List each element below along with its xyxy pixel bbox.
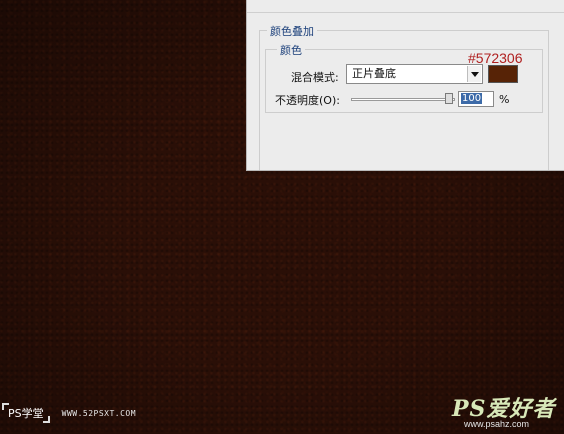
opacity-unit: % <box>499 93 510 106</box>
opacity-slider-thumb[interactable] <box>445 93 453 104</box>
opacity-value: 100 <box>461 93 483 104</box>
watermark-left-label: PS学堂 <box>2 403 50 423</box>
opacity-input[interactable]: 100 <box>458 91 494 107</box>
blend-mode-label: 混合模式: <box>291 71 339 84</box>
blend-mode-value: 正片叠底 <box>352 67 396 80</box>
watermark-left: PS学堂 WWW.52PSXT.COM <box>2 403 137 423</box>
chevron-down-icon[interactable] <box>467 66 481 82</box>
panel-divider <box>247 12 564 13</box>
group-title: 颜色 <box>277 42 305 58</box>
watermark-right: PS爱好者 www.psahz.com <box>452 391 562 433</box>
section-title: 颜色叠加 <box>267 23 317 39</box>
blend-mode-select[interactable]: 正片叠底 <box>346 64 483 84</box>
hex-annotation: #572306 <box>468 50 523 66</box>
watermark-right-url: www.psahz.com <box>464 419 530 429</box>
opacity-slider-track[interactable] <box>351 98 455 101</box>
color-overlay-panel: 颜色叠加 颜色 混合模式: 正片叠底 #572306 不透明度(O): 100 … <box>246 0 564 171</box>
color-swatch[interactable] <box>488 65 518 83</box>
opacity-label: 不透明度(O): <box>275 94 340 107</box>
watermark-left-url: WWW.52PSXT.COM <box>61 408 137 418</box>
